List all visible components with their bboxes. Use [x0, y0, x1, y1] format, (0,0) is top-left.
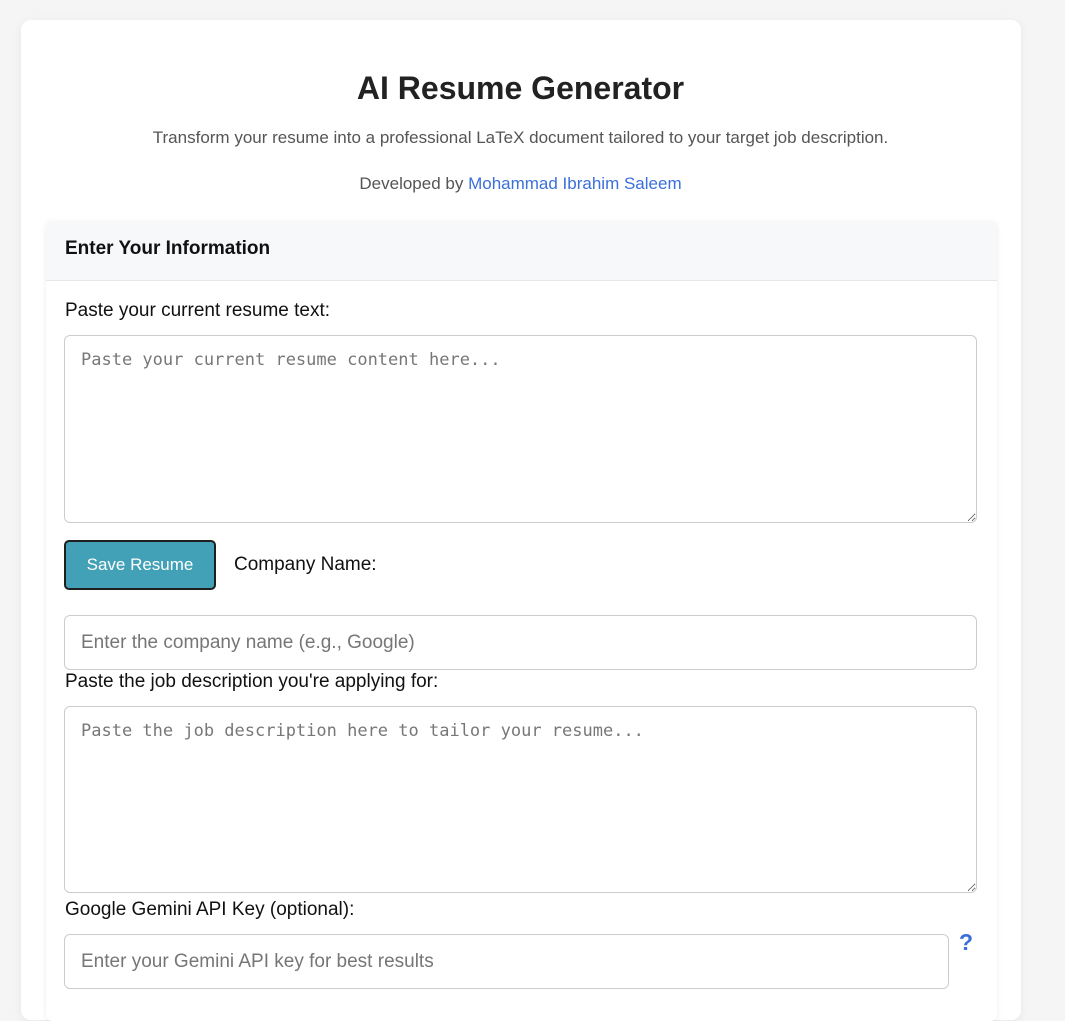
author-link[interactable]: Mohammad Ibrahim Saleem: [468, 174, 682, 193]
page-title: AI Resume Generator: [356, 70, 685, 106]
company-name-label: Company Name:: [234, 554, 377, 575]
page-subtitle: Transform your resume into a professiona…: [152, 128, 889, 147]
job-description-textarea[interactable]: [64, 706, 977, 893]
resume-text-label: Paste your current resume text:: [65, 300, 331, 321]
api-key-input[interactable]: [64, 934, 949, 989]
resume-textarea[interactable]: [64, 335, 977, 523]
developer-credit: Developed by Mohammad Ibrahim Saleem: [0, 174, 1041, 194]
job-description-label: Paste the job description you're applyin…: [65, 671, 439, 692]
save-resume-button[interactable]: Save Resume: [64, 540, 216, 590]
company-name-input[interactable]: [64, 615, 977, 670]
form-card-title: Enter Your Information: [65, 238, 271, 259]
question-mark-icon[interactable]: ?: [959, 928, 973, 956]
api-key-label: Google Gemini API Key (optional):: [65, 899, 355, 920]
credit-prefix: Developed by: [359, 174, 469, 193]
